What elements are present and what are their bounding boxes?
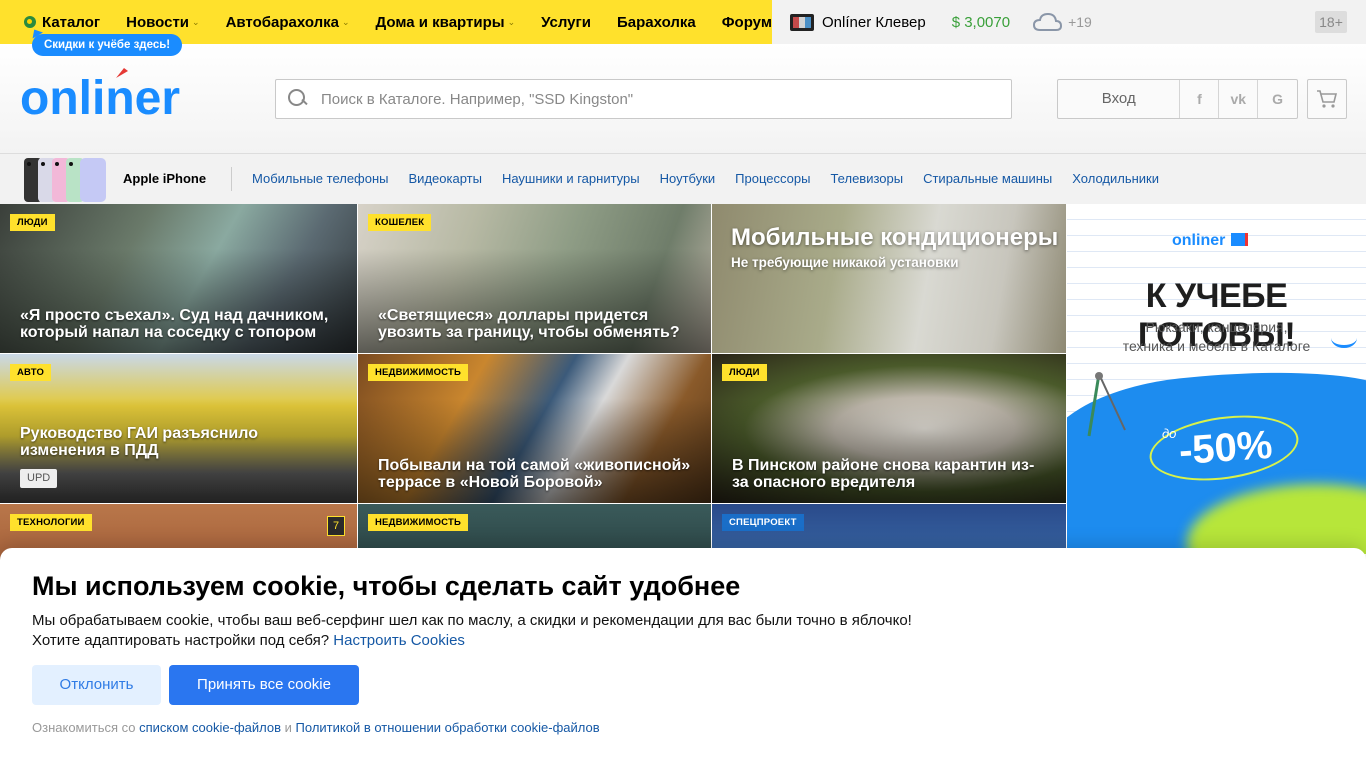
iphone-thumbnail[interactable] [24, 156, 109, 202]
news-tag[interactable]: Кошелек [368, 214, 432, 231]
category-links: Мобильные телефоны Видеокарты Наушники и… [252, 171, 1179, 186]
temperature[interactable]: +19 [1068, 14, 1092, 30]
category-link[interactable]: Процессоры [735, 171, 810, 186]
news-tag[interactable]: Люди [722, 364, 767, 381]
upd-badge: UPD [20, 469, 58, 488]
news-title[interactable]: Руководство ГАИ разъяснило изменения в П… [20, 425, 337, 459]
login-group: Вход f vk G [1057, 79, 1298, 119]
google-icon[interactable]: G [1258, 80, 1297, 118]
nav-label: Автобарахолка [225, 13, 339, 31]
news-tag[interactable]: Авто [10, 364, 52, 381]
news-tile[interactable]: Люди «Я просто съехал». Суд над дачником… [0, 204, 357, 353]
facebook-icon[interactable]: f [1180, 80, 1220, 118]
nav-label: Услуги [541, 13, 591, 31]
nav-forum[interactable]: Форум [722, 14, 772, 31]
cookie-banner: Мы используем cookie, чтобы сделать сайт… [0, 548, 1366, 768]
age-badge: 18+ [1315, 11, 1347, 33]
nav-label: Дома и квартиры [375, 13, 505, 31]
promo-pill[interactable]: Скидки к учёбе здесь! [32, 34, 183, 56]
news-title[interactable]: Побывали на той самой «живописной» терра… [378, 457, 691, 491]
news-title[interactable]: «Я просто съехал». Суд над дачником, кот… [20, 307, 337, 341]
chevron-down-icon: ⌄ [507, 16, 516, 27]
nav-label: Каталог [42, 13, 101, 31]
currency-rate[interactable]: $ 3,0070 [952, 14, 1010, 31]
vk-icon[interactable]: vk [1219, 80, 1259, 118]
ad-discount: -50% [1177, 422, 1274, 474]
clever-link[interactable]: Onlíner Клевер [822, 14, 926, 31]
cookie-description: Мы обрабатываем cookie, чтобы ваш веб-се… [32, 612, 912, 649]
promo-title[interactable]: Мобильные кондиционеры [731, 224, 1058, 252]
top-bar: Каталог Новости ⌄ Автобарахолка ⌄ Дома и к… [0, 0, 1366, 56]
news-title[interactable]: «Светящиеся» доллары придется увозить за… [378, 307, 691, 341]
news-tag[interactable]: Недвижимость [368, 514, 469, 531]
news-tag[interactable]: Технологии [10, 514, 92, 531]
cookie-title: Мы используем cookie, чтобы сделать сайт… [32, 571, 741, 601]
category-link[interactable]: Мобильные телефоны [252, 171, 389, 186]
cookie-footer: Ознакомиться со списком cookie-файлов и … [32, 720, 600, 735]
divider [231, 167, 232, 191]
cart-button[interactable] [1307, 79, 1347, 119]
news-tile[interactable]: Люди В Пинском районе снова карантин из-… [712, 354, 1066, 503]
cookie-policy-link[interactable]: Политикой в отношении обработки cookie-ф… [296, 720, 600, 735]
header: onliner Вход f vk G [0, 44, 1366, 154]
chevron-down-icon: ⌄ [342, 16, 350, 27]
top-bar-widgets: Onlíner Клевер $ 3,0070 +19 [790, 0, 1092, 44]
nav-baraholka[interactable]: Барахолка [617, 14, 696, 31]
category-link[interactable]: Наушники и гарнитуры [502, 171, 640, 186]
news-tile[interactable]: Кошелек «Светящиеся» доллары придется ув… [358, 204, 711, 353]
decline-button[interactable]: Отклонить [32, 665, 161, 705]
search-box[interactable] [275, 79, 1012, 119]
cookie-settings-link[interactable]: Настроить Cookies [333, 632, 465, 649]
category-link[interactable]: Ноутбуки [660, 171, 716, 186]
clever-card-icon [790, 13, 814, 31]
onliner-logo[interactable]: onliner [20, 68, 202, 125]
globe-icon [24, 16, 36, 28]
nav-auto[interactable]: Автобарахолка ⌄ [226, 14, 350, 31]
category-bar: Apple iPhone Мобильные телефоны Видеокар… [0, 154, 1366, 204]
search-input[interactable] [321, 90, 1001, 108]
search-icon [288, 89, 308, 109]
accept-all-button[interactable]: Принять все cookie [169, 665, 359, 705]
cookie-list-link[interactable]: списком cookie-файлов [139, 720, 281, 735]
news-title[interactable]: В Пинском районе снова карантин из-за оп… [732, 457, 1046, 491]
nav-label: Новости [126, 13, 190, 31]
news-tag[interactable]: Недвижимость [368, 364, 469, 381]
news-tag[interactable]: Люди [10, 214, 55, 231]
login-button[interactable]: Вход [1058, 80, 1181, 118]
promo-tile[interactable]: Мобильные кондиционеры Не требующие ника… [712, 204, 1066, 353]
nav-label: Барахолка [616, 13, 696, 31]
category-link[interactable]: Холодильники [1072, 171, 1159, 186]
cloud-icon[interactable] [1032, 11, 1063, 33]
category-link[interactable]: Стиральные машины [923, 171, 1052, 186]
promo-subtitle: Не требующие никакой установки [731, 255, 959, 270]
category-link[interactable]: Видеокарты [409, 171, 482, 186]
compass-icon [1087, 372, 1126, 437]
nav-label: Форум [721, 13, 772, 31]
news-tile[interactable]: Авто Руководство ГАИ разъяснило изменени… [0, 354, 357, 503]
featured-category[interactable]: Apple iPhone [123, 171, 206, 186]
ad-subtitle: Рюкзаки, канцелярия, техника и мебель в … [1122, 319, 1311, 354]
news-tile[interactable]: Недвижимость Побывали на той самой «живо… [358, 354, 711, 503]
school-ad-banner[interactable]: onliner К УЧЕБЕ ГОТОВЫ! Рюкзаки, канцеля… [1067, 204, 1366, 554]
nav-realty[interactable]: Дома и квартиры ⌄ [376, 14, 516, 31]
nav-news[interactable]: Новости ⌄ [126, 14, 199, 31]
nav-services[interactable]: Услуги [541, 14, 591, 31]
logo-wordmark: onliner [20, 72, 180, 120]
smile-icon [1331, 328, 1357, 348]
ad-logo: onliner [1172, 232, 1248, 250]
comments-count[interactable]: 7 [327, 516, 345, 536]
category-link[interactable]: Телевизоры [830, 171, 903, 186]
ad-prefix: до [1162, 426, 1177, 441]
cart-icon [1317, 90, 1338, 108]
chevron-down-icon: ⌄ [192, 16, 200, 27]
news-tag[interactable]: Спецпроект [722, 514, 804, 531]
